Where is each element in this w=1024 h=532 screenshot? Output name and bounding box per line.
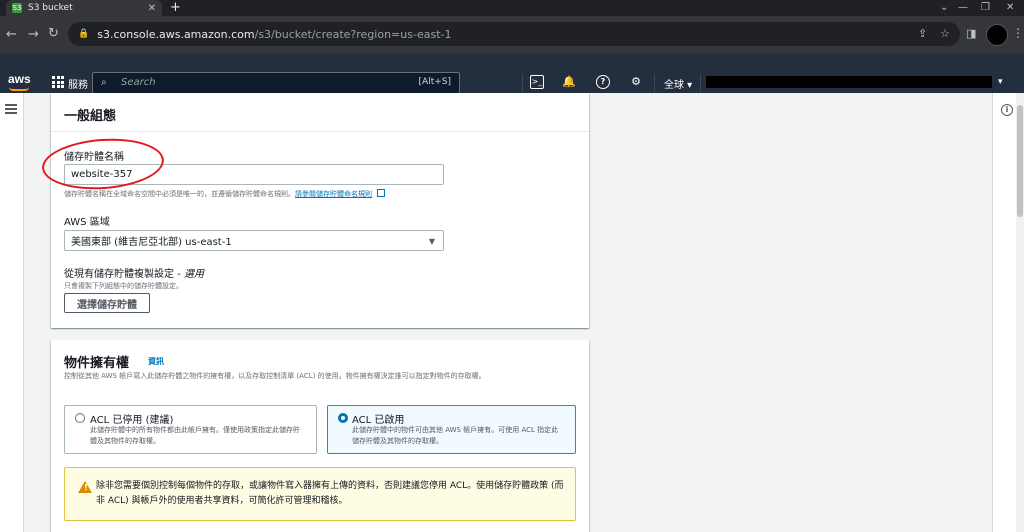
- nav-divider: [654, 74, 655, 92]
- naming-rules-link[interactable]: 請參閱儲存貯體命名規則: [295, 190, 372, 198]
- url-path: /s3/bucket/create?region=us-east-1: [254, 27, 452, 41]
- search-input[interactable]: ⌕ Search [Alt+S]: [92, 72, 460, 94]
- menu-icon[interactable]: [5, 104, 17, 114]
- address-bar[interactable]: 🔒 s3.console.aws.amazon.com/s3/bucket/cr…: [68, 22, 960, 46]
- account-menu-redacted[interactable]: [706, 76, 992, 88]
- new-tab-button[interactable]: +: [170, 0, 181, 16]
- s3-favicon-icon: S3: [12, 3, 22, 13]
- acl-enabled-desc: 此儲存貯體中的物件可由其他 AWS 帳戶擁有。可使用 ACL 指定此儲存貯體及其…: [352, 426, 559, 445]
- copy-settings-optional: 選用: [183, 269, 204, 280]
- nav-divider: [522, 74, 523, 92]
- browser-tab[interactable]: S3 S3 bucket ✕: [6, 0, 162, 16]
- aws-logo[interactable]: aws: [8, 72, 31, 86]
- tab-search-icon[interactable]: ⌄: [940, 0, 948, 16]
- acl-disabled-radio[interactable]: [75, 413, 85, 423]
- object-ownership-title: 物件擁有權: [64, 356, 130, 371]
- restore-icon[interactable]: ❐: [981, 0, 990, 16]
- bell-icon[interactable]: 🔔: [562, 75, 576, 89]
- scrollbar-thumb[interactable]: [1017, 105, 1023, 217]
- acl-enabled-radio[interactable]: [338, 413, 348, 423]
- forward-arrow-icon[interactable]: →: [28, 27, 39, 43]
- object-ownership-description: 控制從其他 AWS 帳戶寫入此儲存貯體之物件的擁有權，以及存取控制清單 (ACL…: [64, 372, 486, 380]
- acl-disabled-desc: 此儲存貯體中的所有物件都由此帳戶擁有。僅使用政策指定此儲存貯體及其物件的存取權。: [90, 426, 300, 445]
- settings-icon[interactable]: ⚙: [629, 75, 643, 89]
- bucket-name-help-text: 儲存貯體名稱在全域命名空間中必須是唯一的，並遵循儲存貯體命名規則。: [64, 190, 295, 198]
- back-arrow-icon[interactable]: ←: [6, 27, 17, 43]
- left-nav-rail: [0, 93, 24, 532]
- search-icon: ⌕: [101, 77, 107, 88]
- copy-settings-label: 從現有儲存貯體複製設定 - 選用: [64, 265, 204, 280]
- lock-icon: 🔒: [78, 29, 90, 39]
- nav-divider: [700, 74, 701, 92]
- search-placeholder: Search: [121, 77, 156, 88]
- general-config-title: 一般組態: [64, 109, 117, 124]
- star-icon[interactable]: ☆: [940, 27, 950, 40]
- share-icon[interactable]: ⇪: [918, 27, 927, 40]
- warning-icon-mark: !: [84, 483, 88, 492]
- reload-icon[interactable]: ↻: [48, 26, 59, 42]
- aws-region-label: AWS 區域: [64, 217, 110, 228]
- search-shortcut: [Alt+S]: [418, 77, 451, 87]
- tab-close-icon[interactable]: ✕: [148, 3, 156, 14]
- object-ownership-info-link[interactable]: 資訊: [148, 356, 164, 367]
- chevron-down-icon[interactable]: ▾: [998, 77, 1003, 87]
- choose-bucket-button[interactable]: 選擇儲存貯體: [64, 293, 150, 313]
- help-icon[interactable]: ?: [596, 75, 610, 89]
- acl-enabled-title: ACL 已啟用: [352, 415, 405, 426]
- bucket-name-help: 儲存貯體名稱在全域命名空間中必須是唯一的，並遵循儲存貯體命名規則。請參閱儲存貯體…: [64, 189, 386, 199]
- minimize-icon[interactable]: —: [958, 0, 968, 16]
- panel-header-divider: [51, 131, 589, 132]
- browser-tab-bar: S3 S3 bucket ✕ + ⌄ — ❐ ✕: [0, 0, 1024, 16]
- url-domain: s3.console.aws.amazon.com: [97, 27, 255, 41]
- acl-warning-text: 除非您需要個別控制每個物件的存取，或讓物件寫入器擁有上傳的資料，否則建議您停用 …: [96, 481, 564, 506]
- browser-menu-icon[interactable]: ⋮: [1012, 26, 1024, 40]
- services-menu-label[interactable]: 服務: [68, 76, 88, 91]
- aws-region-value: 美國東部 (維吉尼亞北部) us-east-1: [71, 237, 232, 248]
- services-grid-icon[interactable]: [52, 76, 64, 88]
- tab-title: S3 bucket: [28, 3, 73, 13]
- copy-settings-help: 只會複製下列組態中的儲存貯體設定。: [64, 282, 183, 290]
- aws-region-select[interactable]: 美國東部 (維吉尼亞北部) us-east-1 ▼: [64, 230, 444, 251]
- caret-down-icon: ▼: [428, 237, 435, 246]
- profile-avatar[interactable]: [986, 24, 1008, 46]
- sidepanel-icon[interactable]: ◨: [966, 27, 976, 40]
- region-menu[interactable]: 全球 ▾: [664, 76, 692, 91]
- external-link-icon[interactable]: [377, 189, 386, 197]
- window-close-icon[interactable]: ✕: [1006, 0, 1014, 16]
- acl-disabled-title: ACL 已停用 (建議): [90, 415, 174, 426]
- copy-settings-text: 從現有儲存貯體複製設定 -: [64, 269, 184, 280]
- cloudshell-icon[interactable]: >_: [530, 75, 544, 89]
- aws-logo-smile: [9, 87, 29, 91]
- info-icon[interactable]: i: [1001, 104, 1013, 116]
